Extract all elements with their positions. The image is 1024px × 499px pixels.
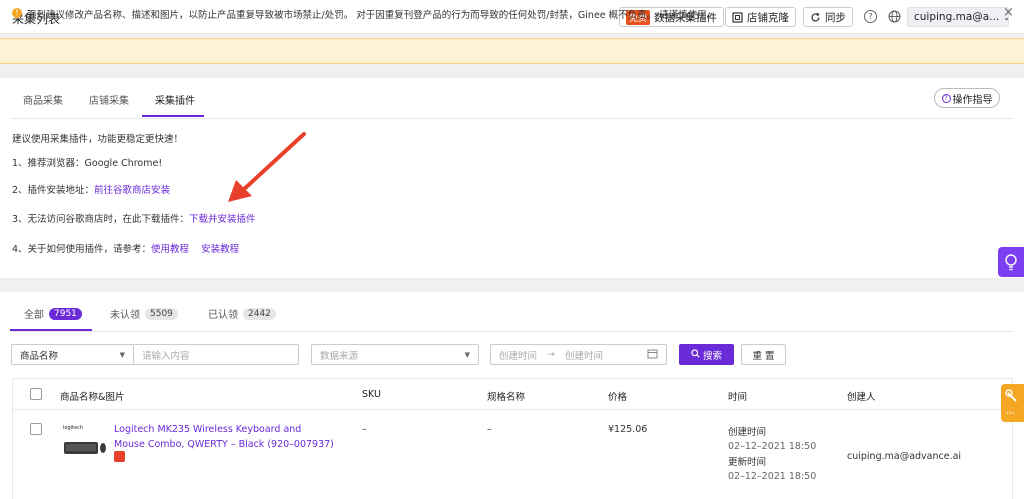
- updated-label: 更新时间: [728, 457, 767, 468]
- end-date-placeholder: 创建时间: [564, 350, 603, 362]
- tab-store-collect[interactable]: 店铺采集: [89, 92, 129, 107]
- sku-cell: –: [362, 424, 367, 435]
- store-clone-button[interactable]: 店铺克隆: [725, 7, 796, 27]
- count-badge: 7951: [49, 307, 82, 320]
- tab-collect-plugin[interactable]: 采集插件: [155, 92, 195, 107]
- divider: [10, 118, 1014, 119]
- arrow-right-icon: →: [547, 349, 555, 360]
- field-select[interactable]: 商品名称 ▼: [11, 344, 134, 365]
- row-checkbox[interactable]: [30, 423, 42, 435]
- column-header: 价格: [608, 392, 628, 403]
- warning-banner: [0, 38, 1024, 64]
- question-icon: ?: [941, 93, 951, 103]
- plugin-intro: 建议使用采集插件，功能更稳定更快速！: [12, 134, 184, 145]
- select-all-checkbox[interactable]: [30, 388, 42, 400]
- spec-cell: –: [487, 424, 492, 435]
- source-placeholder: 数据来源: [320, 350, 359, 362]
- plugin-line-3-text: 3、无法访问谷歌商店时，在此下载插件：: [12, 214, 190, 225]
- search-placeholder: 请输入内容: [142, 350, 190, 362]
- creator-cell: cuiping.ma@advance.ai: [847, 451, 962, 462]
- user-label: cuiping.ma@a...: [914, 11, 1000, 23]
- column-header: SKU: [362, 389, 381, 400]
- search-input[interactable]: 请输入内容: [133, 344, 299, 365]
- created-label: 创建时间: [728, 427, 767, 438]
- count-badge: 2442: [243, 307, 276, 320]
- globe-icon[interactable]: [888, 10, 901, 23]
- tab-product-collect[interactable]: 商品采集: [23, 92, 63, 107]
- search-button[interactable]: 搜索: [679, 344, 734, 365]
- product-name-link[interactable]: Logitech MK235 Wireless Keyboard and Mou…: [114, 422, 334, 452]
- user-menu[interactable]: cuiping.ma@a... ⌄: [907, 7, 1010, 27]
- sync-label: 同步: [825, 11, 846, 24]
- source-select[interactable]: 数据来源 ▼: [311, 344, 479, 365]
- tips-button[interactable]: [998, 247, 1024, 277]
- close-icon[interactable]: ×: [1003, 5, 1014, 20]
- search-icon: [691, 348, 700, 361]
- column-header: 创建人: [847, 392, 876, 403]
- help-icon[interactable]: ?: [864, 10, 877, 23]
- status-tab-claimed[interactable]: 已认领 2442: [208, 306, 276, 321]
- column-header: 规格名称: [487, 392, 526, 403]
- plugin-line-1: 1、推荐浏览器：Google Chrome!: [12, 158, 163, 169]
- reset-button[interactable]: 重 置: [741, 344, 786, 365]
- plugin-line-2: 2、插件安装地址：前往谷歌商店安装: [12, 182, 170, 196]
- search-button-label: 搜索: [702, 350, 722, 362]
- status-tab-label: 已认领: [208, 310, 238, 321]
- plugin-line-4-text: 4、关于如何使用插件，请参考：: [12, 244, 152, 255]
- lightbulb-icon: [1005, 254, 1017, 271]
- column-header: 时间: [728, 392, 748, 403]
- clone-icon: [732, 11, 743, 23]
- calendar-icon: [647, 348, 658, 362]
- svg-text:‹‹‹: ‹‹‹: [1006, 409, 1015, 417]
- updated-time: 02–12–2021 18:50: [728, 471, 817, 482]
- shop-icon: [114, 451, 125, 462]
- status-tab-label: 未认领: [110, 310, 140, 321]
- side-tool-tab[interactable]: ‹‹‹: [1001, 384, 1024, 422]
- status-tab-all[interactable]: 全部 7951: [24, 306, 82, 321]
- caret-down-icon: ▼: [464, 350, 470, 359]
- divider: [10, 331, 1014, 332]
- plugin-line-4: 4、关于如何使用插件，请参考：使用教程 安装教程: [12, 241, 239, 255]
- install-tutorial-link[interactable]: 安装教程: [201, 244, 239, 255]
- guide-label: 操作指导: [952, 94, 993, 106]
- column-header: 商品名称&图片: [60, 392, 125, 403]
- status-tab-label: 全部: [24, 310, 44, 321]
- field-select-value: 商品名称: [20, 350, 59, 362]
- plugin-line-2-text: 2、插件安装地址：: [12, 185, 95, 196]
- wrench-icon: ‹‹‹: [1005, 389, 1017, 417]
- logo-text: logitech: [63, 425, 83, 431]
- count-badge: 5509: [145, 307, 178, 320]
- warning-icon: !: [12, 8, 22, 18]
- usage-tutorial-link[interactable]: 使用教程: [151, 244, 189, 255]
- warning-text: 强烈建议修改产品名称、描述和图片，以防止产品重复导致被市场禁止/处罚。 对于因重…: [27, 10, 717, 21]
- created-time: 02–12–2021 18:50: [728, 441, 817, 452]
- guide-button[interactable]: ? 操作指导: [934, 88, 1000, 108]
- red-arrow-annotation: [228, 132, 306, 202]
- sync-button[interactable]: 同步: [803, 7, 853, 27]
- status-tab-unclaimed[interactable]: 未认领 5509: [110, 306, 178, 321]
- product-image[interactable]: logitech: [60, 421, 106, 463]
- store-clone-label: 店铺克隆: [747, 11, 789, 24]
- chrome-store-link[interactable]: 前往谷歌商店安装: [94, 185, 170, 196]
- caret-down-icon: ▼: [119, 350, 125, 359]
- refresh-icon: [810, 12, 821, 23]
- active-tab-indicator: [142, 115, 204, 117]
- download-plugin-link[interactable]: 下载并安装插件: [189, 214, 256, 225]
- plugin-line-3: 3、无法访问谷歌商店时，在此下载插件：下载并安装插件: [12, 211, 256, 225]
- start-date-placeholder: 创建时间: [499, 350, 538, 362]
- price-cell: ¥125.06: [608, 424, 648, 435]
- date-range-picker[interactable]: 创建时间 → 创建时间: [490, 344, 667, 365]
